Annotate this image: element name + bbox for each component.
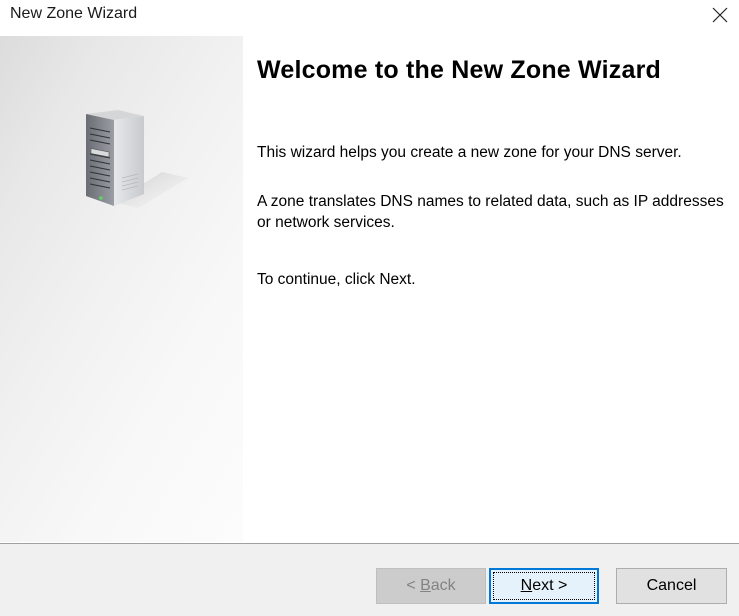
title-bar: New Zone Wizard xyxy=(0,0,739,30)
close-icon xyxy=(712,7,728,23)
focus-rectangle xyxy=(493,572,595,600)
cancel-button-label: Cancel xyxy=(646,577,697,594)
window-title: New Zone Wizard xyxy=(10,5,138,22)
cancel-button[interactable]: Cancel xyxy=(616,568,727,604)
close-button[interactable] xyxy=(701,0,739,30)
next-button[interactable]: Next > xyxy=(489,568,599,604)
zone-description-paragraph: A zone translates DNS names to related d… xyxy=(257,193,724,231)
back-button-mnemonic: B xyxy=(420,577,431,594)
server-icon xyxy=(86,110,188,208)
wizard-side-banner xyxy=(0,36,243,542)
back-button-prefix: < xyxy=(406,577,421,594)
wizard-content: Welcome to the New Zone Wizard This wiza… xyxy=(257,56,727,290)
page-title: Welcome to the New Zone Wizard xyxy=(257,56,661,84)
back-button-label: ack xyxy=(430,577,456,594)
intro-paragraph: This wizard helps you create a new zone … xyxy=(257,144,682,161)
continue-instruction: To continue, click Next. xyxy=(257,271,416,288)
back-button[interactable]: < Back xyxy=(376,568,486,604)
